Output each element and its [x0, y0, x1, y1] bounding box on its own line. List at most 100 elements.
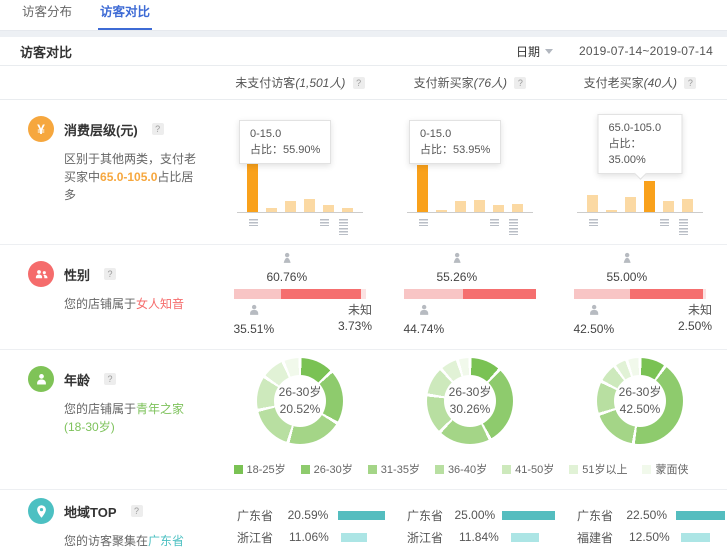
date-dropdown[interactable]: 日期: [516, 43, 553, 60]
legend-item[interactable]: 蒙面侠: [642, 461, 688, 477]
gender-chart-unpaid[interactable]: 60.76% 35.51% 未知3.73%: [215, 245, 385, 349]
male-icon: [416, 303, 431, 318]
bar[interactable]: [474, 200, 485, 212]
tooltip-value: 占比：55.90%: [250, 142, 320, 158]
bar-chart-new-buyers[interactable]: 0-15.0占比：53.95%: [385, 100, 555, 244]
male-percent: 35.51%: [233, 322, 274, 336]
donut-center-value: 30.26%: [450, 401, 491, 418]
tab-visitor-compare[interactable]: 访客对比: [98, 1, 152, 30]
bar[interactable]: [304, 199, 315, 212]
legend-label: 蒙面侠: [655, 461, 688, 477]
gender-stacked-bar[interactable]: [574, 289, 706, 299]
desc-text: 您的店铺属于: [64, 297, 136, 311]
date-range[interactable]: 2019-07-14~2019-07-14: [579, 44, 713, 58]
female-icon: [279, 251, 294, 266]
section-title: 年龄: [64, 370, 90, 389]
legend-item[interactable]: 31-35岁: [368, 461, 420, 477]
male-segment: [234, 289, 281, 299]
region-bar[interactable]: [676, 511, 725, 520]
background-strip: [0, 30, 727, 37]
donut-center: 26-30岁42.50%: [614, 375, 666, 427]
legend-label: 26-30岁: [314, 461, 353, 477]
donut-center-label: 26-30岁: [279, 384, 322, 401]
gender-chart-new-buyers[interactable]: 55.26% 44.74%: [385, 245, 555, 349]
chart-tooltip: 65.0-105.0占比：35.00%: [598, 114, 683, 174]
female-segment: [463, 289, 536, 299]
desc-text: 您的访客聚集在: [64, 534, 148, 548]
tooltip-value: 占比：35.00%: [609, 136, 672, 168]
legend-label: 36-40岁: [448, 461, 487, 477]
person-icon: [28, 366, 54, 392]
legend-swatch-icon: [435, 465, 444, 474]
gender-chart-old-buyers[interactable]: 55.00% 42.50% 未知2.50%: [555, 245, 725, 349]
legend-item[interactable]: 41-50岁: [502, 461, 554, 477]
axis-tick-icon: [509, 228, 518, 235]
donut-chart[interactable]: 26-30岁42.50%: [597, 358, 683, 444]
chart-tooltip: 0-15.0占比：53.95%: [409, 120, 501, 164]
section-consumption-level: ¥ 消费层级(元) ? 区别于其他两类，支付老买家中65.0-105.0占比居多…: [0, 100, 727, 245]
legend-label: 51岁以上: [582, 461, 627, 477]
region-row: 浙江省11.06%: [237, 526, 385, 548]
donut-chart[interactable]: 26-30岁30.26%: [427, 358, 513, 444]
tab-visitor-distribution[interactable]: 访客分布: [20, 1, 74, 30]
section-title: 消费层级(元): [64, 120, 138, 139]
help-icon[interactable]: ?: [353, 77, 365, 89]
region-name: 广东省: [237, 507, 288, 524]
date-dropdown-label: 日期: [516, 43, 540, 60]
unknown-stat: 未知2.50%: [678, 303, 712, 334]
desc-highlight: 广东省: [148, 534, 184, 548]
bar[interactable]: [512, 204, 523, 212]
gender-stacked-bar[interactable]: [234, 289, 366, 299]
help-icon[interactable]: ?: [104, 268, 116, 280]
axis-tick-icon: [419, 219, 428, 226]
help-icon[interactable]: ?: [684, 77, 696, 89]
region-bar[interactable]: [341, 533, 367, 542]
bar[interactable]: [417, 165, 428, 212]
legend-item[interactable]: 18-25岁: [234, 461, 286, 477]
bar[interactable]: [587, 195, 598, 212]
desc-highlight: 女人知音: [136, 297, 184, 311]
unknown-label: 未知: [678, 303, 712, 318]
bar[interactable]: [663, 201, 674, 212]
legend-item[interactable]: 51岁以上: [569, 461, 627, 477]
help-icon[interactable]: ?: [514, 77, 526, 89]
help-icon[interactable]: ?: [152, 123, 164, 135]
bar-chart-old-buyers[interactable]: 65.0-105.0占比：35.00%: [555, 100, 725, 244]
region-bar[interactable]: [338, 511, 385, 520]
column-count: (76人): [474, 76, 507, 90]
legend-item[interactable]: 26-30岁: [301, 461, 353, 477]
section-title: 地域TOP: [64, 502, 117, 521]
region-value: 22.50%: [626, 508, 675, 522]
male-percent: 42.50%: [573, 322, 614, 336]
region-value: 11.06%: [289, 530, 341, 544]
bar[interactable]: [493, 205, 504, 212]
bar[interactable]: [247, 163, 258, 212]
region-bar[interactable]: [681, 533, 710, 542]
donut-chart[interactable]: 26-30岁20.52%: [257, 358, 343, 444]
gender-stacked-bar[interactable]: [404, 289, 536, 299]
column-count: (1,501人): [295, 76, 345, 90]
section-description: 您的访客聚集在广东省: [64, 532, 205, 550]
bar[interactable]: [625, 197, 636, 212]
region-bar[interactable]: [502, 511, 555, 520]
bar[interactable]: [285, 201, 296, 212]
unknown-stat: 未知3.73%: [338, 303, 372, 334]
female-stat: 60.76%: [266, 251, 307, 284]
region-list-new-buyers: 广东省25.00%浙江省11.84%: [385, 490, 555, 553]
region-value: 25.00%: [455, 508, 503, 522]
bar-chart-unpaid[interactable]: 0-15.0占比：55.90%: [215, 100, 385, 244]
axis-tick-icon: [320, 219, 329, 226]
help-icon[interactable]: ?: [131, 505, 143, 517]
legend-item[interactable]: 36-40岁: [435, 461, 487, 477]
bar[interactable]: [455, 201, 466, 212]
region-row: 广东省20.59%: [237, 504, 385, 526]
bar[interactable]: [323, 205, 334, 212]
female-percent: 55.26%: [436, 270, 477, 284]
region-name: 广东省: [407, 507, 455, 524]
bar[interactable]: [682, 199, 693, 212]
bar[interactable]: [644, 181, 655, 212]
region-bar[interactable]: [511, 533, 539, 542]
help-icon[interactable]: ?: [104, 373, 116, 385]
axis-tick-icon: [679, 228, 688, 235]
donut-center-value: 42.50%: [620, 401, 661, 418]
